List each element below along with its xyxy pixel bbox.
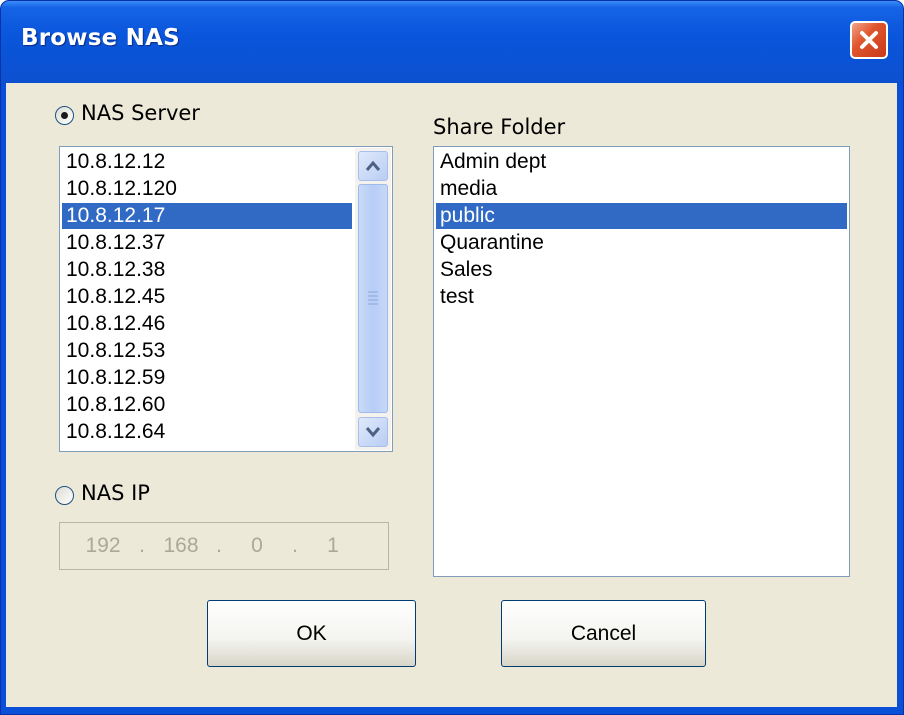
scrollbar-thumb[interactable]	[358, 184, 388, 413]
share-folder-list-item[interactable]: test	[436, 284, 847, 310]
nas-server-list-item[interactable]: 10.8.12.46	[62, 311, 352, 337]
nas-server-list-item[interactable]: 10.8.12.64	[62, 419, 352, 445]
nas-ip-address-field[interactable]: 192 . 168 . 0 . 1	[59, 522, 389, 570]
title-bar[interactable]: Browse NAS	[1, 1, 903, 83]
nas-ip-radio[interactable]	[55, 486, 74, 505]
nas-server-list-item[interactable]: 10.8.12.17	[62, 203, 352, 229]
close-icon	[860, 31, 878, 49]
cancel-button[interactable]: Cancel	[501, 600, 706, 667]
nas-server-label[interactable]: NAS Server	[81, 101, 200, 125]
browse-nas-dialog: Browse NAS NAS Server Share Folder 10.8.…	[0, 0, 904, 715]
share-folder-list-item[interactable]: Quarantine	[436, 230, 847, 256]
scroll-up-button[interactable]	[358, 151, 388, 181]
close-button[interactable]	[850, 21, 888, 59]
scroll-down-button[interactable]	[358, 417, 388, 447]
ip-octet-1: 192	[85, 534, 121, 557]
nas-server-list-item[interactable]: 10.8.12.60	[62, 392, 352, 418]
share-folder-list-item[interactable]: Admin dept	[436, 149, 847, 175]
ip-dot: .	[139, 534, 145, 557]
nas-ip-label[interactable]: NAS IP	[81, 481, 150, 505]
dialog-body: NAS Server Share Folder 10.8.12.12 10.8.1…	[6, 83, 897, 707]
radio-dot	[61, 112, 68, 119]
chevron-down-icon	[365, 427, 381, 438]
share-folder-list-item[interactable]: Sales	[436, 257, 847, 283]
nas-server-list-item[interactable]: 10.8.12.45	[62, 284, 352, 310]
ok-button[interactable]: OK	[207, 600, 416, 667]
nas-server-list-item[interactable]: 10.8.12.53	[62, 338, 352, 364]
ip-octet-4: 1	[327, 534, 339, 557]
nas-server-list-item[interactable]: 10.8.12.37	[62, 230, 352, 256]
window-title: Browse NAS	[21, 25, 180, 51]
ip-octet-3: 0	[251, 534, 263, 557]
chevron-up-icon	[365, 160, 381, 171]
share-folder-list-item[interactable]: media	[436, 176, 847, 202]
nas-server-list-item[interactable]: 10.8.12.12	[62, 149, 352, 175]
nas-server-scrollbar[interactable]	[355, 148, 391, 450]
ip-dot: .	[216, 534, 222, 557]
grip-icon	[368, 291, 378, 305]
nas-server-list-item[interactable]: 10.8.12.120	[62, 176, 352, 202]
nas-server-list[interactable]: 10.8.12.12 10.8.12.120 10.8.12.17 10.8.12.3…	[59, 146, 393, 452]
ip-dot: .	[292, 534, 298, 557]
share-folder-list-item[interactable]: public	[436, 203, 847, 229]
nas-server-list-item[interactable]: 10.8.12.38	[62, 257, 352, 283]
share-folder-label: Share Folder	[433, 115, 566, 139]
share-folder-list[interactable]: Admin dept media public Quarantine Sales test	[433, 146, 850, 577]
nas-server-radio[interactable]	[55, 106, 74, 125]
nas-server-list-item[interactable]: 10.8.12.59	[62, 365, 352, 391]
ip-octet-2: 168	[163, 534, 199, 557]
